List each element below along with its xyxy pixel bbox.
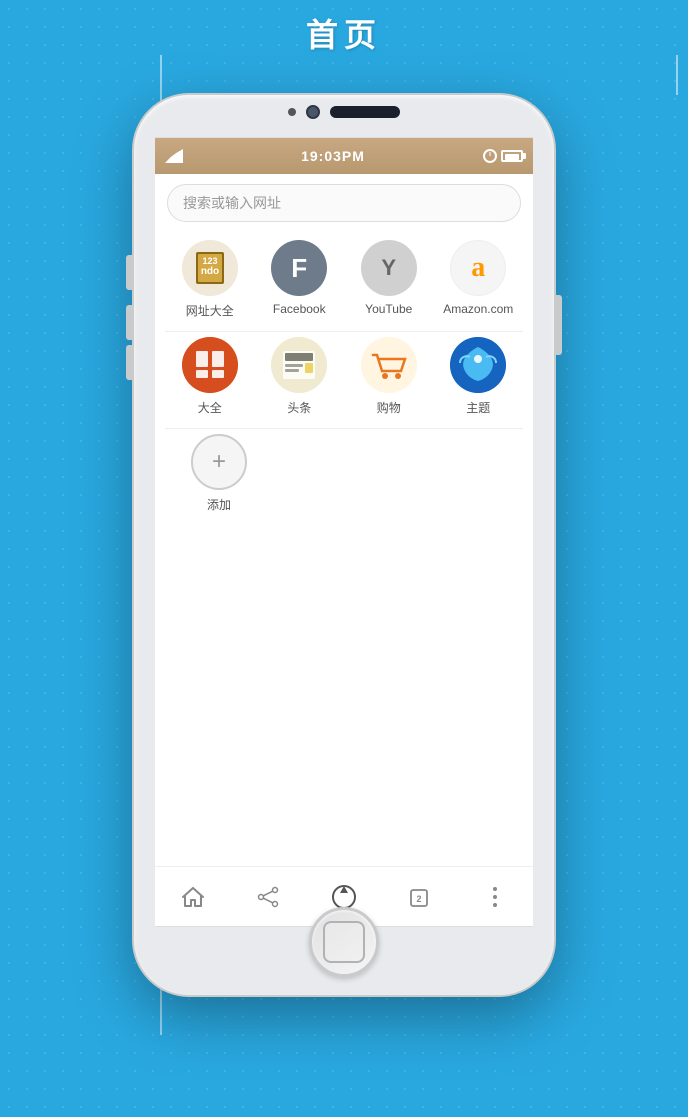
app-label-youtube: YouTube: [365, 302, 412, 316]
phone-frame: 19:03PM 搜索或输入网址: [134, 95, 554, 995]
search-placeholder: 搜索或输入网址: [183, 193, 281, 213]
camera: [306, 105, 320, 119]
app-label-zhuti: 主题: [466, 399, 490, 416]
app-label-wangzhi: 网址大全: [186, 302, 234, 319]
app-icon-amazon: a: [450, 240, 506, 296]
app-grid: ndo 123 网址大全 F Facebook Y: [155, 232, 533, 538]
more-icon: [493, 887, 497, 907]
svg-text:2: 2: [416, 894, 421, 904]
app-item-gouwu[interactable]: 购物: [349, 337, 429, 416]
app-item-wangzhi[interactable]: ndo 123 网址大全: [170, 240, 250, 319]
add-symbol: +: [212, 448, 226, 476]
app-item-zhuti[interactable]: 主题: [438, 337, 518, 416]
app-icon-daquan: [182, 337, 238, 393]
app-label-facebook: Facebook: [273, 302, 326, 316]
nav-tabs-button[interactable]: 2: [398, 875, 442, 919]
share-icon: [257, 886, 279, 908]
app-row-add: + 添加: [165, 434, 523, 525]
battery-icon: [501, 150, 523, 162]
page-title: 首页: [0, 10, 688, 56]
app-item-toutiao[interactable]: 头条: [259, 337, 339, 416]
app-label-amazon: Amazon.com: [443, 302, 513, 316]
tabs-icon: 2: [409, 886, 431, 908]
app-icon-youtube: Y: [361, 240, 417, 296]
app-item-facebook[interactable]: F Facebook: [259, 240, 339, 319]
speaker-dot: [288, 108, 296, 116]
app-label-daquan: 大全: [198, 399, 222, 416]
app-item-daquan[interactable]: 大全: [170, 337, 250, 416]
app-icon-facebook: F: [271, 240, 327, 296]
status-icons: [483, 149, 523, 163]
browser-icon: [331, 884, 357, 910]
clock-icon: [483, 149, 497, 163]
nav-more-button[interactable]: [473, 875, 517, 919]
app-icon-wangzhi: ndo 123: [182, 240, 238, 296]
phone-home-button[interactable]: [309, 907, 379, 977]
app-icon-toutiao: [271, 337, 327, 393]
screen-inner: 19:03PM 搜索或输入网址: [155, 137, 533, 927]
home-button-inner: [323, 921, 365, 963]
app-row-1: ndo 123 网址大全 F Facebook Y: [165, 240, 523, 332]
app-icon-gouwu: [361, 337, 417, 393]
phone-top: [154, 105, 534, 119]
home-icon: [182, 886, 204, 908]
add-item[interactable]: + 添加: [179, 434, 259, 513]
search-bar[interactable]: 搜索或输入网址: [167, 184, 521, 222]
status-bar: 19:03PM: [155, 138, 533, 174]
app-label-toutiao: 头条: [287, 399, 311, 416]
amazon-letter: a: [471, 252, 485, 284]
app-item-youtube[interactable]: Y YouTube: [349, 240, 429, 319]
add-icon: +: [191, 434, 247, 490]
svg-text:ndo: ndo: [201, 266, 219, 277]
svg-text:123: 123: [202, 256, 217, 266]
status-time: 19:03PM: [301, 148, 365, 164]
add-label: 添加: [207, 496, 231, 513]
nav-home-button[interactable]: [171, 875, 215, 919]
speaker-bar: [330, 106, 400, 118]
facebook-letter: F: [291, 253, 307, 284]
youtube-letter: Y: [381, 255, 396, 281]
nav-share-button[interactable]: [246, 875, 290, 919]
signal-icon: [165, 149, 183, 163]
app-icon-zhuti: [450, 337, 506, 393]
app-item-amazon[interactable]: a Amazon.com: [438, 240, 518, 319]
app-row-2: 大全 头条: [165, 337, 523, 429]
bracket-decoration-right: [676, 55, 678, 95]
app-label-gouwu: 购物: [377, 399, 401, 416]
